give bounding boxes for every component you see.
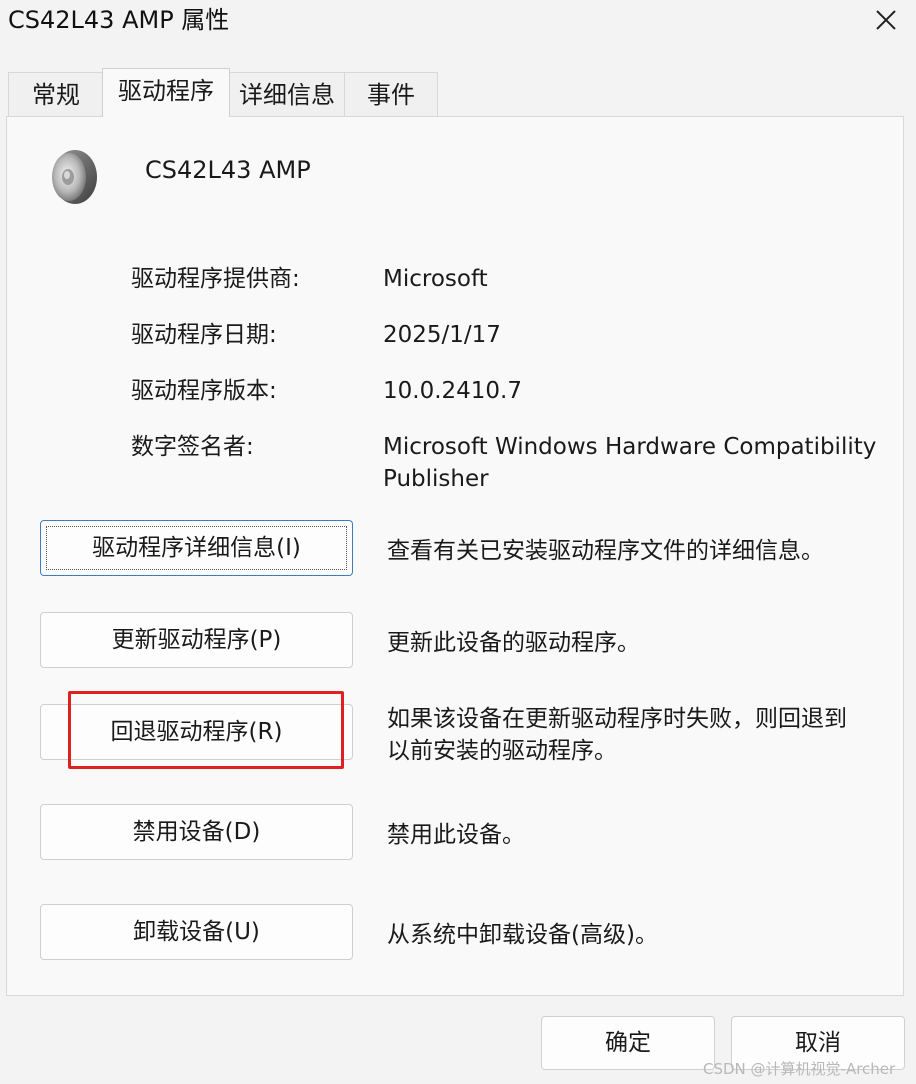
driver-tab-panel: CS42L43 AMP 驱动程序提供商: Microsoft 驱动程序日期: 2… (6, 116, 904, 996)
provider-value: Microsoft (383, 266, 488, 292)
rollback-driver-desc-line1: 如果该设备在更新驱动程序时失败，则回退到 (387, 706, 847, 732)
speaker-icon (45, 147, 101, 211)
disable-device-button[interactable]: 禁用设备(D) (40, 804, 353, 860)
version-value: 10.0.2410.7 (383, 378, 522, 404)
rollback-driver-desc-line2: 以前安装的驱动程序。 (387, 738, 617, 764)
tab-general[interactable]: 常规 (8, 72, 104, 116)
uninstall-device-button[interactable]: 卸载设备(U) (40, 904, 353, 960)
update-driver-desc: 更新此设备的驱动程序。 (387, 630, 640, 656)
tab-driver[interactable]: 驱动程序 (102, 68, 230, 117)
signer-label: 数字签名者: (131, 434, 254, 460)
disable-device-desc: 禁用此设备。 (387, 822, 525, 848)
driver-details-desc: 查看有关已安装驱动程序文件的详细信息。 (387, 538, 824, 564)
signer-value-line2: Publisher (383, 466, 489, 492)
ok-button[interactable]: 确定 (541, 1016, 715, 1070)
device-name: CS42L43 AMP (145, 156, 311, 184)
rollback-driver-button[interactable]: 回退驱动程序(R) (40, 704, 353, 760)
close-button[interactable] (860, 0, 912, 40)
date-value: 2025/1/17 (383, 322, 501, 348)
version-label: 驱动程序版本: (131, 378, 277, 404)
provider-label: 驱动程序提供商: (131, 266, 300, 292)
tab-events[interactable]: 事件 (344, 72, 438, 116)
uninstall-device-desc: 从系统中卸载设备(高级)。 (387, 922, 658, 948)
watermark: CSDN @计算机视觉-Archer (703, 1060, 896, 1078)
driver-details-button[interactable]: 驱动程序详细信息(I) (40, 520, 353, 576)
signer-value-line1: Microsoft Windows Hardware Compatibility (383, 434, 877, 460)
update-driver-button[interactable]: 更新驱动程序(P) (40, 612, 353, 668)
close-icon (876, 10, 896, 30)
properties-dialog: CS42L43 AMP 属性 常规 驱动程序 详细信息 事件 CS42L43 A… (0, 0, 916, 1084)
window-title: CS42L43 AMP 属性 (8, 6, 230, 34)
tab-bar: 常规 驱动程序 详细信息 事件 (0, 68, 916, 117)
tab-details[interactable]: 详细信息 (228, 72, 346, 116)
date-label: 驱动程序日期: (131, 322, 277, 348)
